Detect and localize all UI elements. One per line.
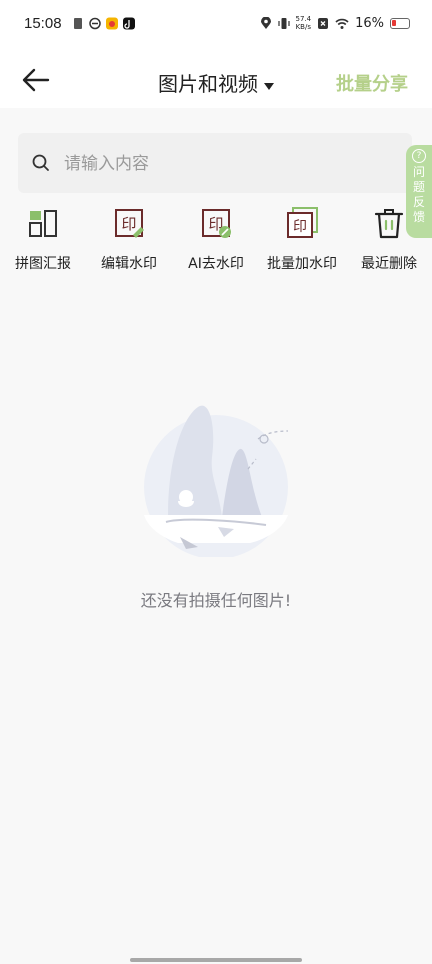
- tool-label: 最近删除: [361, 256, 417, 272]
- search-input[interactable]: [62, 147, 396, 181]
- tool-edit-watermark[interactable]: 印 编辑水印: [86, 205, 172, 273]
- sim-icon: [74, 18, 82, 29]
- tool-label: 拼图汇报: [15, 256, 71, 272]
- location-icon: [260, 16, 271, 29]
- tool-batch-watermark[interactable]: 印 批量加水印: [259, 205, 345, 273]
- vibrate-icon: [277, 17, 290, 29]
- net-speed: 57.4 KB/s: [296, 15, 312, 31]
- top-app-bar: 图片和视频 批量分享: [0, 52, 432, 108]
- svg-text:印: 印: [121, 215, 136, 233]
- empty-state-message: 还没有拍摄任何图片!: [140, 591, 292, 610]
- wifi-icon: [335, 18, 349, 29]
- trash-icon: [374, 209, 404, 239]
- notification-icons: [72, 17, 135, 30]
- ai-remove-watermark-icon: 印: [202, 209, 231, 238]
- weibo-icon: [106, 17, 118, 30]
- no-sim-icon: [318, 17, 329, 29]
- tool-label: 编辑水印: [101, 256, 157, 272]
- net-speed-value: 57.4: [295, 15, 312, 23]
- tool-collage-report[interactable]: 拼图汇报: [0, 205, 86, 273]
- battery-percent: 16%: [355, 15, 384, 31]
- caret-down-icon: [264, 83, 274, 90]
- mountain-empty-illustration: [144, 405, 289, 557]
- system-icons: 57.4 KB/s 16%: [260, 15, 410, 31]
- tiktok-icon: [123, 17, 135, 30]
- tool-recently-deleted[interactable]: 最近删除: [346, 205, 432, 273]
- edit-watermark-icon: 印: [115, 209, 144, 238]
- battery-icon: [390, 17, 410, 29]
- search-icon: [32, 154, 49, 171]
- status-bar: 15:08 57.4 KB/s 16%: [0, 0, 432, 52]
- tool-bar: 拼图汇报 印 编辑水印 印 AI去水印 印 批量加水印 最近删除: [0, 205, 432, 275]
- collage-report-icon: [29, 210, 57, 237]
- page-title: 图片和视频: [158, 72, 258, 96]
- tool-ai-remove-watermark[interactable]: 印 AI去水印: [173, 205, 259, 273]
- svg-text:印: 印: [293, 219, 307, 235]
- feedback-char: 题: [412, 180, 425, 194]
- status-time: 15:08: [24, 15, 62, 32]
- batch-share-button[interactable]: 批量分享: [336, 70, 408, 96]
- tool-label: 批量加水印: [267, 256, 337, 272]
- home-indicator[interactable]: [130, 958, 302, 962]
- feedback-char: 问: [412, 165, 425, 179]
- search-bar: [18, 133, 412, 193]
- tool-label: AI去水印: [188, 256, 244, 272]
- batch-watermark-icon: 印: [287, 207, 318, 238]
- net-speed-unit: KB/s: [295, 23, 311, 31]
- question-icon: ?: [412, 149, 426, 163]
- app-notification-icon: [89, 17, 101, 30]
